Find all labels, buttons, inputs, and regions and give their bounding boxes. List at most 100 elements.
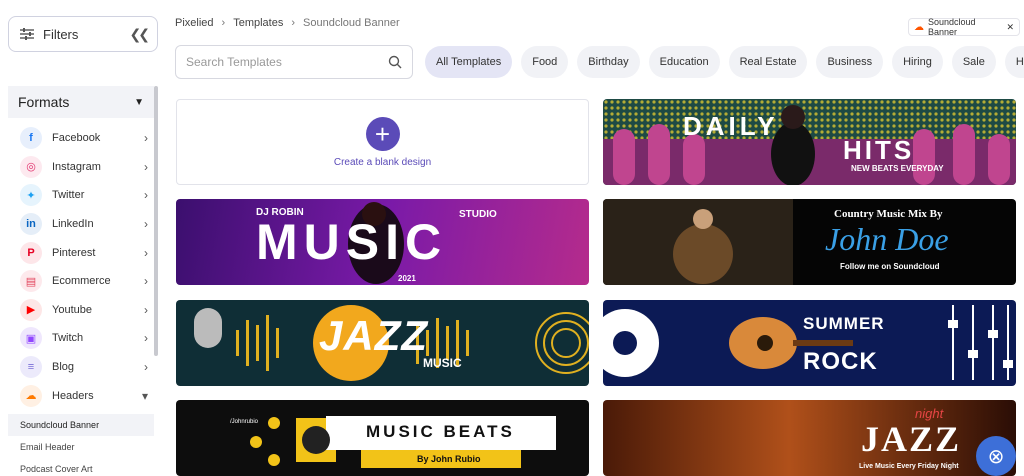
- breadcrumb-templates[interactable]: Templates: [233, 17, 283, 29]
- youtube-icon: ▶: [20, 298, 42, 321]
- twitter-icon: ✦: [20, 184, 42, 207]
- sidebar-item-ecommerce[interactable]: ▤ Ecommerce ›: [20, 267, 148, 296]
- search-input[interactable]: Search Templates: [186, 55, 282, 69]
- active-filter-chip: ☁ Soundcloud Banner ✕: [908, 17, 1020, 37]
- ecommerce-icon: ▤: [20, 270, 42, 293]
- instagram-icon: ◎: [20, 155, 42, 178]
- template-music-beats[interactable]: MUSIC BEATS By John Rubio /Johnrubio: [176, 400, 589, 476]
- headers-icon: ☁: [20, 384, 42, 407]
- music-title: MUSIC: [256, 214, 448, 270]
- chevron-right-icon: ›: [144, 217, 148, 232]
- sidebar-item-instagram[interactable]: ◎ Instagram ›: [20, 153, 148, 182]
- tab-hiring[interactable]: Hiring: [892, 46, 943, 78]
- sidebar-item-label: Facebook: [52, 132, 101, 145]
- sidebar-item-facebook[interactable]: f Facebook ›: [20, 124, 148, 153]
- close-icon[interactable]: ✕: [1006, 22, 1014, 33]
- tab-health[interactable]: Health: [1004, 46, 1024, 78]
- tab-all-templates[interactable]: All Templates: [425, 46, 513, 78]
- template-jazz-night[interactable]: night JAZZ Live Music Every Friday Night: [603, 400, 1016, 476]
- chevron-right-icon: ›: [144, 274, 148, 289]
- sidebar-item-label: Twitch: [52, 332, 84, 345]
- tab-food[interactable]: Food: [521, 46, 569, 78]
- chevron-right-icon: ›: [221, 17, 226, 29]
- chevron-right-icon: ›: [144, 360, 148, 375]
- app-root: Filters ❮❮ Formats ▼ f Facebook › ◎ Instagra…: [0, 0, 1024, 476]
- sub-item-soundcloud-banner[interactable]: Soundcloud Banner: [8, 414, 154, 436]
- chevron-right-icon: ›: [144, 331, 148, 346]
- linkedin-icon: in: [20, 213, 42, 236]
- sidebar-item-label: Ecommerce: [52, 275, 111, 288]
- sidebar-item-label: LinkedIn: [52, 218, 94, 231]
- create-blank-card[interactable]: + Create a blank design: [176, 99, 589, 185]
- guitarist-image: [603, 199, 793, 285]
- sidebar-item-twitter[interactable]: ✦ Twitter ›: [20, 181, 148, 210]
- template-summer-rock[interactable]: SUMMER ROCK: [603, 300, 1016, 386]
- chevron-right-icon: ›: [144, 131, 148, 146]
- category-tabs: All Templates Food Birthday Education Real E…: [425, 46, 1024, 78]
- filters-button[interactable]: Filters ❮❮: [8, 16, 158, 52]
- facebook-icon: f: [20, 127, 42, 150]
- hits-title: HITS: [843, 135, 915, 165]
- sidebar-item-linkedin[interactable]: in LinkedIn ›: [20, 210, 148, 239]
- tab-sale[interactable]: Sale: [951, 46, 996, 78]
- jazz-night-title: JAZZ: [861, 419, 962, 459]
- sidebar-scrollbar[interactable]: [154, 86, 158, 356]
- chevron-down-icon: ▼: [134, 96, 144, 108]
- create-blank-label: Create a blank design: [333, 156, 432, 168]
- formats-list: f Facebook › ◎ Instagram › ✦ Twitter › in LinkedIn…: [20, 124, 148, 410]
- help-button[interactable]: ⊗: [976, 436, 1016, 476]
- twitch-icon: ▣: [20, 327, 42, 350]
- daily-subtitle: NEW BEATS EVERYDAY: [851, 164, 944, 173]
- summer-line2: ROCK: [803, 348, 878, 375]
- breadcrumb: Pixelied › Templates › Soundcloud Banner: [175, 17, 400, 29]
- sidebar-item-pinterest[interactable]: P Pinterest ›: [20, 238, 148, 267]
- chevron-right-icon: ›: [291, 17, 296, 29]
- chevron-right-icon: ›: [144, 159, 148, 174]
- equalizer-pattern: [603, 99, 1016, 185]
- jazz-title: JAZZ: [319, 312, 428, 359]
- formats-label: Formats: [18, 94, 70, 110]
- sub-item-podcast-cover-art[interactable]: Podcast Cover Art: [8, 458, 154, 476]
- daily-title: DAILY: [683, 111, 779, 141]
- formats-header[interactable]: Formats ▼: [8, 86, 154, 118]
- sidebar-item-label: Pinterest: [52, 246, 96, 259]
- soundcloud-icon: ☁: [914, 21, 924, 33]
- sliders-icon: [20, 28, 34, 40]
- blog-icon: ≡: [20, 356, 42, 379]
- tab-real-estate[interactable]: Real Estate: [728, 46, 808, 78]
- music-year: 2021: [398, 274, 416, 283]
- tab-business[interactable]: Business: [816, 46, 884, 78]
- chevron-right-icon: ›: [144, 302, 148, 317]
- template-jazz[interactable]: JAZZ MUSIC: [176, 300, 589, 386]
- template-music[interactable]: DJ ROBIN STUDIO MUSIC 2021: [176, 199, 589, 285]
- plus-icon: +: [365, 116, 400, 151]
- country-name: John Doe: [825, 221, 949, 257]
- sidebar-item-headers[interactable]: ☁ Headers ▾: [20, 381, 148, 410]
- chevron-right-icon: ›: [144, 245, 148, 260]
- sub-item-email-header[interactable]: Email Header: [8, 436, 154, 458]
- pinterest-icon: P: [20, 241, 42, 264]
- beats-handle: /Johnrubio: [230, 419, 259, 425]
- sidebar-item-label: Headers: [52, 389, 94, 402]
- collapse-icon[interactable]: ❮❮: [130, 26, 151, 43]
- tab-education[interactable]: Education: [648, 46, 720, 78]
- music-studio: STUDIO: [459, 209, 497, 220]
- breadcrumb-pixelied[interactable]: Pixelied: [175, 17, 214, 29]
- sidebar-item-label: Twitter: [52, 189, 85, 202]
- sidebar-item-label: Blog: [52, 361, 75, 374]
- search-box[interactable]: Search Templates: [175, 45, 413, 79]
- sidebar-item-twitch[interactable]: ▣ Twitch ›: [20, 324, 148, 353]
- filters-label: Filters: [43, 26, 79, 42]
- country-line2: Follow me on Soundcloud: [840, 262, 940, 271]
- beats-title: MUSIC BEATS: [366, 422, 515, 441]
- tab-birthday[interactable]: Birthday: [577, 46, 640, 78]
- sidebar-item-youtube[interactable]: ▶ Youtube ›: [20, 296, 148, 325]
- search-icon[interactable]: [388, 55, 402, 69]
- sidebar-item-label: Instagram: [52, 160, 101, 173]
- lifebuoy-icon: ⊗: [987, 445, 1005, 468]
- sidebar-item-label: Youtube: [52, 303, 92, 316]
- template-daily-hits[interactable]: DAILY HITS NEW BEATS EVERYDAY: [603, 99, 1016, 185]
- template-country-music[interactable]: Country Music Mix By John Doe Follow me …: [603, 199, 1016, 285]
- country-line1: Country Music Mix By: [834, 208, 943, 220]
- sidebar-item-blog[interactable]: ≡ Blog ›: [20, 353, 148, 382]
